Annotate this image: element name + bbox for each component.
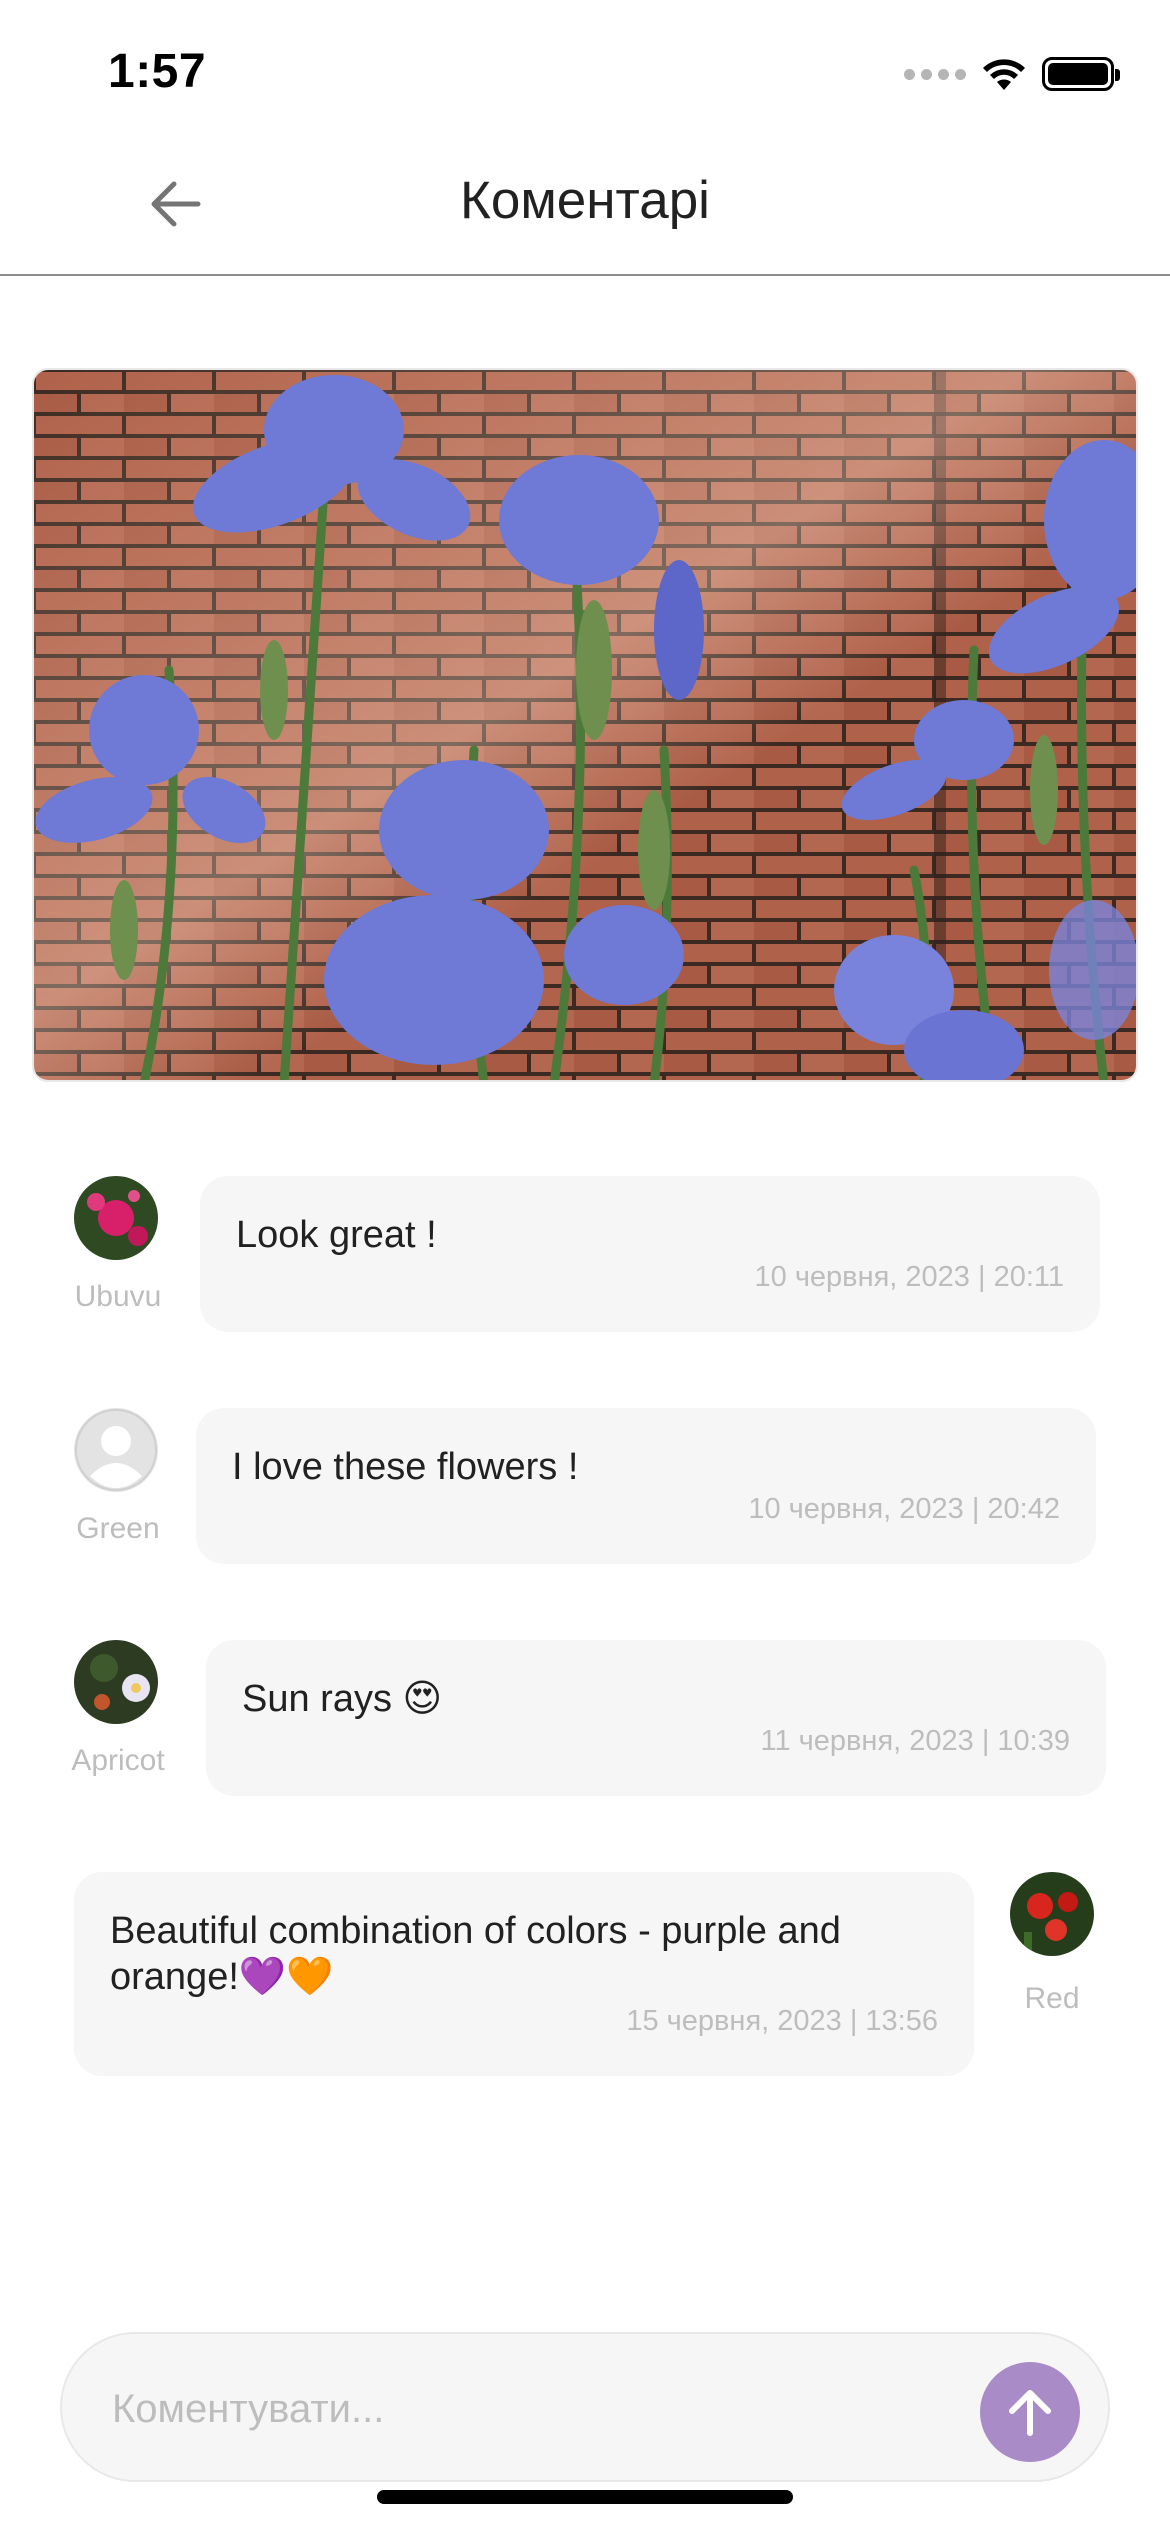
status-icons bbox=[904, 52, 1120, 96]
comment-date: 11 червня, 2023 | 10:39 bbox=[760, 1725, 1071, 1757]
send-button[interactable] bbox=[980, 2362, 1080, 2462]
arrow-up-icon bbox=[1009, 2390, 1051, 2436]
comment-date: 10 червня, 2023 | 20:42 bbox=[748, 1493, 1060, 1525]
home-indicator bbox=[377, 2490, 793, 2504]
comment-input[interactable] bbox=[110, 2376, 974, 2442]
comment-text: I love these flowers ! bbox=[232, 1446, 579, 1488]
back-button[interactable] bbox=[148, 176, 204, 232]
avatar bbox=[74, 1176, 158, 1260]
cellular-signal-icon bbox=[904, 68, 966, 80]
battery-icon bbox=[1042, 57, 1120, 91]
comment-composer bbox=[60, 2332, 1110, 2482]
post-photo bbox=[32, 368, 1138, 1082]
comment-author: Red bbox=[1024, 1982, 1080, 2015]
comment-date: 15 червня, 2023 | 13:56 bbox=[626, 2005, 938, 2037]
arrow-left-icon bbox=[151, 181, 201, 227]
comment-author: Ubuvu bbox=[74, 1280, 162, 1313]
comment-author: Apricot bbox=[71, 1744, 165, 1777]
header-divider bbox=[0, 274, 1170, 276]
avatar bbox=[74, 1640, 158, 1724]
user-icon bbox=[75, 1409, 157, 1491]
comment-text: Beautiful combination of colors - purple… bbox=[110, 1910, 841, 1998]
comment-text: Sun rays 😍 bbox=[242, 1678, 443, 1720]
comment-bubble: Look great ! 10 червня, 2023 | 20:11 bbox=[200, 1176, 1100, 1332]
avatar bbox=[1010, 1872, 1094, 1956]
wifi-icon bbox=[983, 59, 1025, 90]
comment-author: Green bbox=[76, 1512, 160, 1545]
comment-bubble: I love these flowers ! 10 червня, 2023 |… bbox=[196, 1408, 1096, 1564]
comment-date: 10 червня, 2023 | 20:11 bbox=[754, 1261, 1065, 1293]
comment-bubble: Beautiful combination of colors - purple… bbox=[74, 1872, 974, 2076]
comment-text: Look great ! bbox=[236, 1214, 437, 1256]
avatar-placeholder bbox=[74, 1408, 158, 1492]
comment-bubble: Sun rays 😍 11 червня, 2023 | 10:39 bbox=[206, 1640, 1106, 1796]
status-time: 1:57 bbox=[108, 45, 207, 98]
